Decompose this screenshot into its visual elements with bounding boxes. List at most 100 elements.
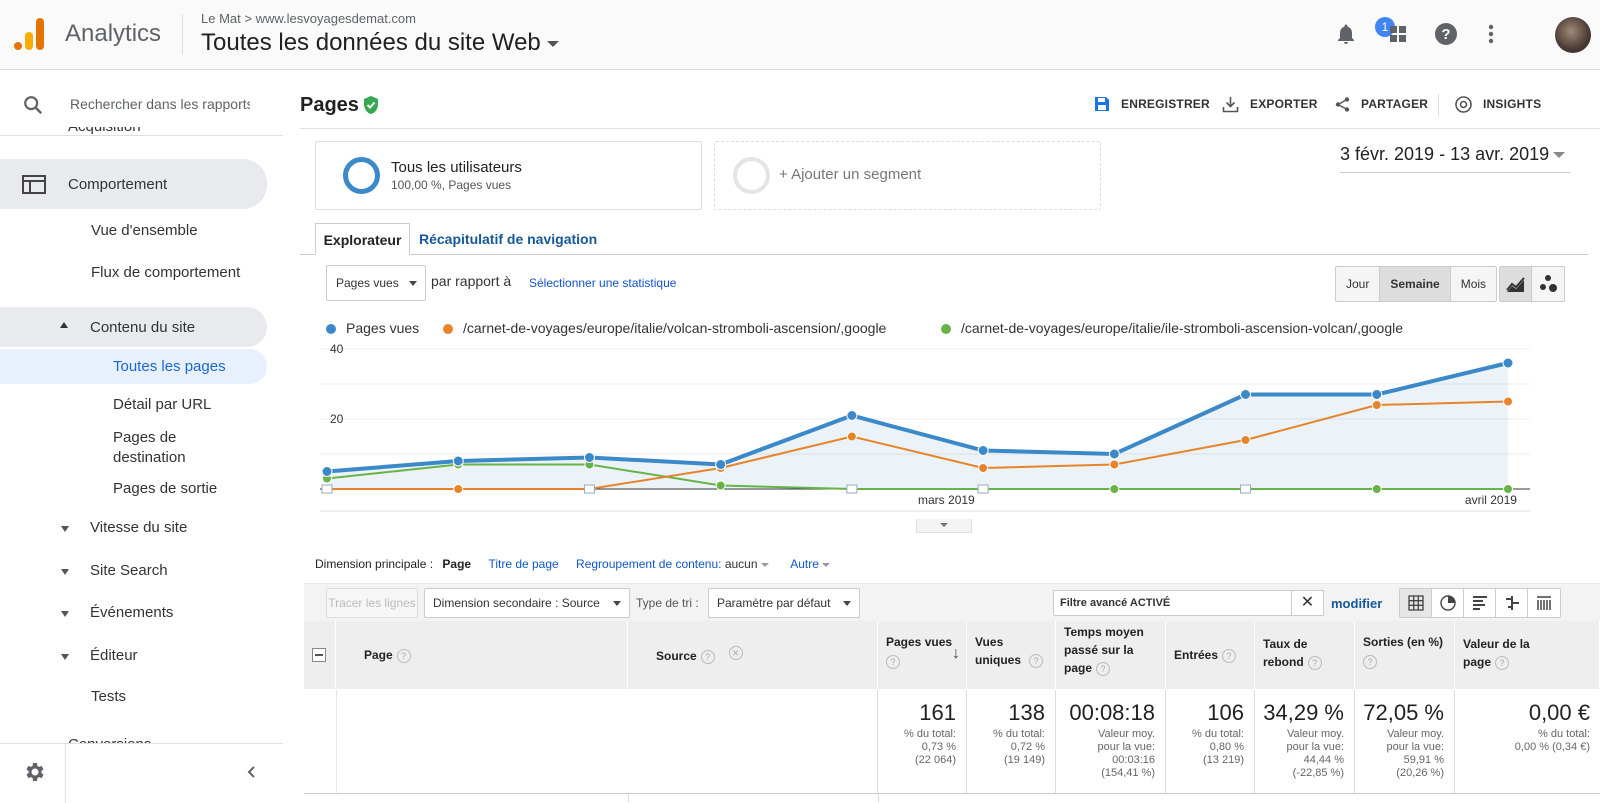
data-point [1109, 459, 1120, 470]
help-icon[interactable]: ? [1495, 656, 1510, 670]
column-header-page-value[interactable]: Valeur de la page? [1455, 621, 1600, 689]
motion-chart-button[interactable] [1532, 267, 1564, 301]
sidebar-item-events[interactable]: Événements [90, 604, 173, 621]
segment-all-users[interactable]: Tous les utilisateurs 100,00 %, Pages vu… [315, 141, 702, 210]
column-header-pageviews[interactable]: Pages vues? ↓ [878, 621, 967, 689]
line-chart-button[interactable] [1500, 267, 1532, 301]
column-header-avg-time[interactable]: Temps moyen passé sur la page? [1056, 621, 1166, 689]
sidebar-item-acquisition[interactable]: Acquisition [68, 127, 141, 139]
pivot-icon [1537, 596, 1551, 610]
chart-resize-handle[interactable] [916, 519, 972, 533]
notifications-bell-icon[interactable] [1334, 22, 1358, 46]
data-point [1503, 396, 1513, 407]
avatar[interactable] [1555, 17, 1591, 53]
expand-down-icon [61, 569, 69, 575]
data-table-view-button[interactable] [1400, 589, 1432, 617]
column-header-label: Sorties (en %) [1363, 635, 1444, 649]
settings-gear-icon[interactable] [22, 760, 46, 784]
sidebar-item-overview[interactable]: Vue d'ensemble [91, 222, 198, 239]
pie-view-button[interactable] [1432, 589, 1464, 617]
period-selector: Jour Semaine Mois [1335, 266, 1498, 302]
performance-view-button[interactable] [1464, 589, 1496, 617]
chevron-down-icon [613, 601, 621, 606]
help-icon[interactable]: ? [1029, 654, 1044, 668]
sidebar-item-url-detail[interactable]: Détail par URL [113, 396, 211, 413]
remove-dimension-icon[interactable]: ✕ [728, 646, 743, 660]
insights-button[interactable]: INSIGHTS [1483, 97, 1541, 111]
account-name[interactable]: Le Mat [201, 11, 241, 26]
period-month-button[interactable]: Mois [1451, 267, 1496, 301]
comparison-view-button[interactable] [1496, 589, 1528, 617]
column-header-entrances[interactable]: Entrées? [1166, 621, 1255, 689]
column-header-exit-rate[interactable]: Sorties (en %)? [1355, 621, 1455, 689]
column-header-page[interactable]: Page? [336, 621, 628, 689]
advanced-filter-input[interactable]: Filtre avancé ACTIVÉ [1053, 590, 1324, 616]
total-subtext: (154,41 %) [1101, 767, 1155, 779]
column-header-bounce-rate[interactable]: Taux de rebond? [1255, 621, 1355, 689]
modify-filter-link[interactable]: modifier [1331, 596, 1382, 611]
add-segment-button[interactable]: + Ajouter un segment [714, 141, 1101, 210]
sidebar-item-landing-pages[interactable]: Pages de destination [113, 428, 233, 468]
svg-text:?: ? [1441, 26, 1450, 43]
sidebar-item-exit-pages[interactable]: Pages de sortie [113, 480, 217, 497]
help-icon[interactable]: ? [700, 650, 715, 664]
view-selector[interactable]: Toutes les données du site Web [201, 29, 559, 57]
help-icon[interactable]: ? [1096, 662, 1111, 676]
dimension-page-title[interactable]: Titre de page [488, 557, 558, 571]
column-header-label: Page [364, 648, 393, 662]
sidebar-item-behavior-flow[interactable]: Flux de comportement [91, 263, 241, 283]
help-icon[interactable]: ? [1363, 655, 1377, 669]
help-icon[interactable]: ? [886, 655, 900, 669]
sidebar-footer [0, 743, 283, 803]
period-day-button[interactable]: Jour [1336, 267, 1381, 301]
help-icon[interactable]: ? [1222, 649, 1237, 663]
verified-shield-icon [364, 96, 378, 114]
breadcrumb[interactable]: Le Mat > www.lesvoyagesdemat.com [201, 11, 416, 26]
expand-up-icon [60, 322, 68, 328]
footer-divider [65, 744, 66, 803]
sidebar-item-site-search[interactable]: Site Search [90, 562, 168, 579]
column-header-source[interactable]: Source? ✕ [628, 621, 878, 689]
export-button[interactable]: EXPORTER [1250, 97, 1318, 111]
metric-select[interactable]: Pages vues [326, 265, 426, 301]
share-button[interactable]: PARTAGER [1361, 97, 1428, 111]
sidebar-divider [0, 135, 283, 136]
help-icon[interactable]: ? [1307, 656, 1322, 670]
report-search-input[interactable] [70, 92, 250, 116]
collapse-sidebar-icon[interactable] [244, 764, 260, 780]
save-button[interactable]: ENREGISTRER [1121, 97, 1210, 111]
tab-navigation-summary[interactable]: Récapitulatif de navigation [419, 223, 597, 255]
date-range-selector[interactable]: 3 févr. 2019 - 13 avr. 2019 [1340, 144, 1549, 165]
sort-descending-icon[interactable]: ↓ [952, 645, 960, 663]
date-dropdown-icon[interactable] [1553, 152, 1565, 158]
help-icon[interactable]: ? [396, 649, 411, 663]
secondary-dimension-select[interactable]: Dimension secondaire : Source [424, 588, 630, 618]
sort-type-select[interactable]: Paramètre par défaut [708, 588, 860, 618]
export-download-icon [1222, 97, 1239, 113]
y-tick-label: 40 [330, 342, 344, 356]
plot-rows-button[interactable]: Tracer les lignes [326, 588, 418, 618]
property-name[interactable]: www.lesvoyagesdemat.com [256, 11, 416, 26]
content-grouping-selector[interactable]: Regroupement de contenu: aucun [576, 557, 769, 571]
apps-grid-icon[interactable] [1386, 22, 1410, 46]
help-icon[interactable]: ? [1434, 22, 1458, 46]
sidebar-item-site-speed[interactable]: Vitesse du site [90, 519, 187, 536]
tab-explorer[interactable]: Explorateur [315, 223, 410, 255]
table-grid-icon [1408, 595, 1424, 611]
select-all-checkbox[interactable] [312, 648, 326, 662]
other-dimension-selector[interactable]: Autre [790, 557, 831, 571]
column-header-unique-views[interactable]: Vues uniques? [967, 621, 1056, 689]
clear-filter-icon[interactable]: ✕ [1291, 590, 1324, 616]
more-vert-icon[interactable] [1479, 22, 1503, 46]
pivot-view-button[interactable] [1528, 589, 1560, 617]
sidebar-item-publisher[interactable]: Éditeur [90, 647, 138, 664]
x-tick-label: avril 2019 [1465, 493, 1517, 507]
period-week-button[interactable]: Semaine [1380, 267, 1451, 301]
analytics-logo[interactable] [14, 18, 46, 50]
select-metric-link[interactable]: Sélectionner une statistique [529, 276, 676, 290]
totals-cell: 138 % du total: 0,72 % (19 149) [967, 690, 1056, 793]
sidebar-item-experiments[interactable]: Tests [91, 688, 126, 705]
legend-label: Pages vues [346, 320, 420, 336]
dimension-page[interactable]: Page [442, 557, 471, 571]
data-point [1371, 400, 1382, 410]
